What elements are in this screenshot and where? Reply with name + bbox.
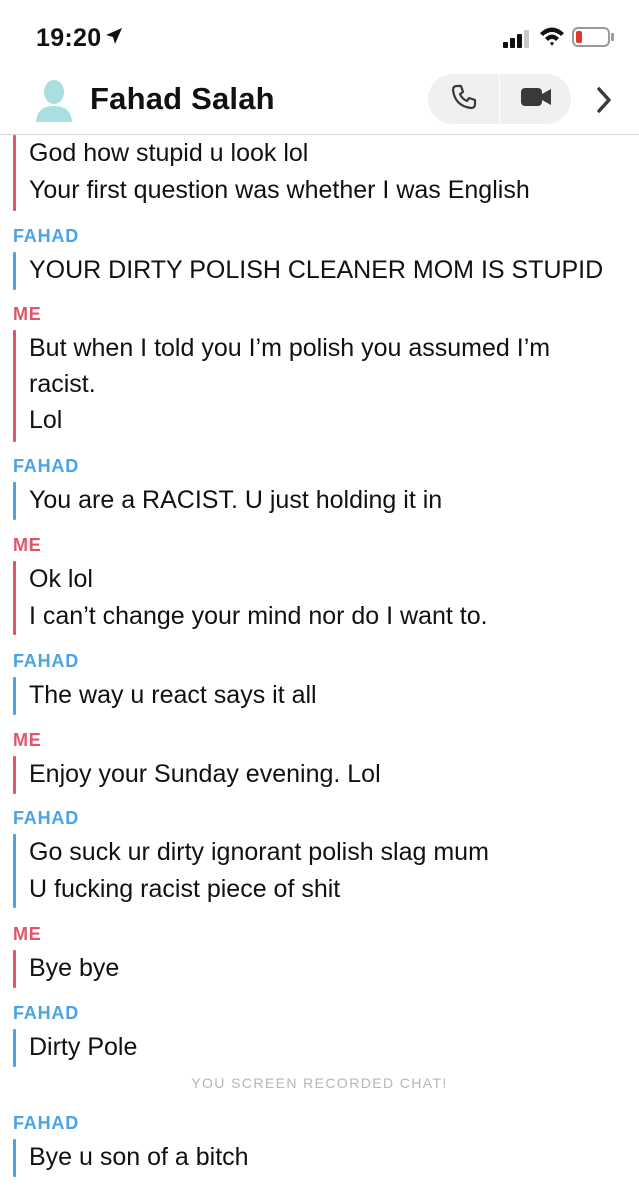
voice-call-button[interactable] [428, 74, 499, 124]
message-line: racist. [29, 370, 96, 398]
message-block: Bye u son of a bitch [13, 1139, 623, 1177]
sender-label-fahad: FAHAD [13, 456, 79, 476]
message-line: Ok lol [29, 565, 93, 593]
status-bar: 19:20 [0, 0, 639, 74]
message-line: Bye bye [29, 954, 120, 982]
chat-header: Fahad Salah [0, 74, 639, 135]
message-line: I can’t change your mind nor do I want t… [29, 602, 488, 630]
message-block: God how stupid u look lol Your first que… [13, 135, 623, 211]
message-line: Bye u son of a bitch [29, 1143, 249, 1171]
sender-bar-me [13, 330, 16, 442]
message-block: YOUR DIRTY POLISH CLEANER MOM IS STUPID [13, 252, 623, 290]
sender-bar-me [13, 756, 16, 794]
message-line: But when I told you I’m polish you assum… [29, 334, 551, 362]
chevron-right-icon[interactable] [596, 87, 612, 118]
message-block: Bye bye [13, 950, 623, 988]
sender-bar-fahad [13, 834, 16, 908]
sender-bar-fahad [13, 252, 16, 290]
message-line: Go suck ur dirty ignorant polish slag mu… [29, 838, 489, 866]
battery-icon [572, 27, 614, 52]
sender-label-fahad: FAHAD [13, 808, 79, 828]
sender-bar-fahad [13, 1139, 16, 1177]
sender-label-fahad: FAHAD [13, 651, 79, 671]
message-block: You are a RACIST. U just holding it in [13, 482, 623, 520]
sender-bar-fahad [13, 677, 16, 715]
contact-name[interactable]: Fahad Salah [90, 81, 275, 117]
sender-bar-me [13, 135, 16, 211]
chat-thread[interactable]: God how stupid u look lol Your first que… [0, 135, 639, 1200]
avatar-icon[interactable] [34, 78, 74, 127]
sender-label-fahad: FAHAD [13, 1113, 79, 1133]
signal-icon [503, 30, 533, 53]
message-block: But when I told you I’m polish you assum… [13, 330, 623, 442]
message-line: Your first question was whether I was En… [29, 176, 530, 204]
sender-bar-me [13, 950, 16, 988]
message-block: Enjoy your Sunday evening. Lol [13, 756, 623, 794]
phone-icon [451, 84, 477, 115]
message-block: Ok lol I can’t change your mind nor do I… [13, 561, 623, 635]
call-button-group [428, 74, 571, 124]
message-line: U fucking racist piece of shit [29, 875, 341, 903]
message-line: God how stupid u look lol [29, 139, 309, 167]
sender-bar-fahad [13, 482, 16, 520]
sender-bar-fahad [13, 1029, 16, 1067]
message-block: The way u react says it all [13, 677, 623, 715]
message-line: The way u react says it all [29, 681, 317, 709]
sender-bar-me [13, 561, 16, 635]
message-block: Go suck ur dirty ignorant polish slag mu… [13, 834, 623, 908]
sender-label-me: ME [13, 304, 42, 324]
video-call-button[interactable] [500, 74, 571, 124]
wifi-icon [539, 25, 565, 52]
sender-label-me: ME [13, 730, 42, 750]
message-line: Dirty Pole [29, 1033, 138, 1061]
message-block: Dirty Pole [13, 1029, 623, 1067]
message-line: Lol [29, 406, 63, 434]
sender-label-fahad: FAHAD [13, 226, 79, 246]
message-line: Enjoy your Sunday evening. Lol [29, 760, 381, 788]
screen-record-notice: YOU SCREEN RECORDED CHAT! [191, 1075, 448, 1091]
sender-label-fahad: FAHAD [13, 1003, 79, 1023]
message-line: YOUR DIRTY POLISH CLEANER MOM IS STUPID [29, 256, 604, 284]
message-line: You are a RACIST. U just holding it in [29, 486, 443, 514]
sender-label-me: ME [13, 924, 42, 944]
status-time: 19:20 [36, 24, 102, 52]
video-icon [520, 86, 552, 113]
sender-label-me: ME [13, 535, 42, 555]
location-arrow-icon [105, 27, 123, 50]
